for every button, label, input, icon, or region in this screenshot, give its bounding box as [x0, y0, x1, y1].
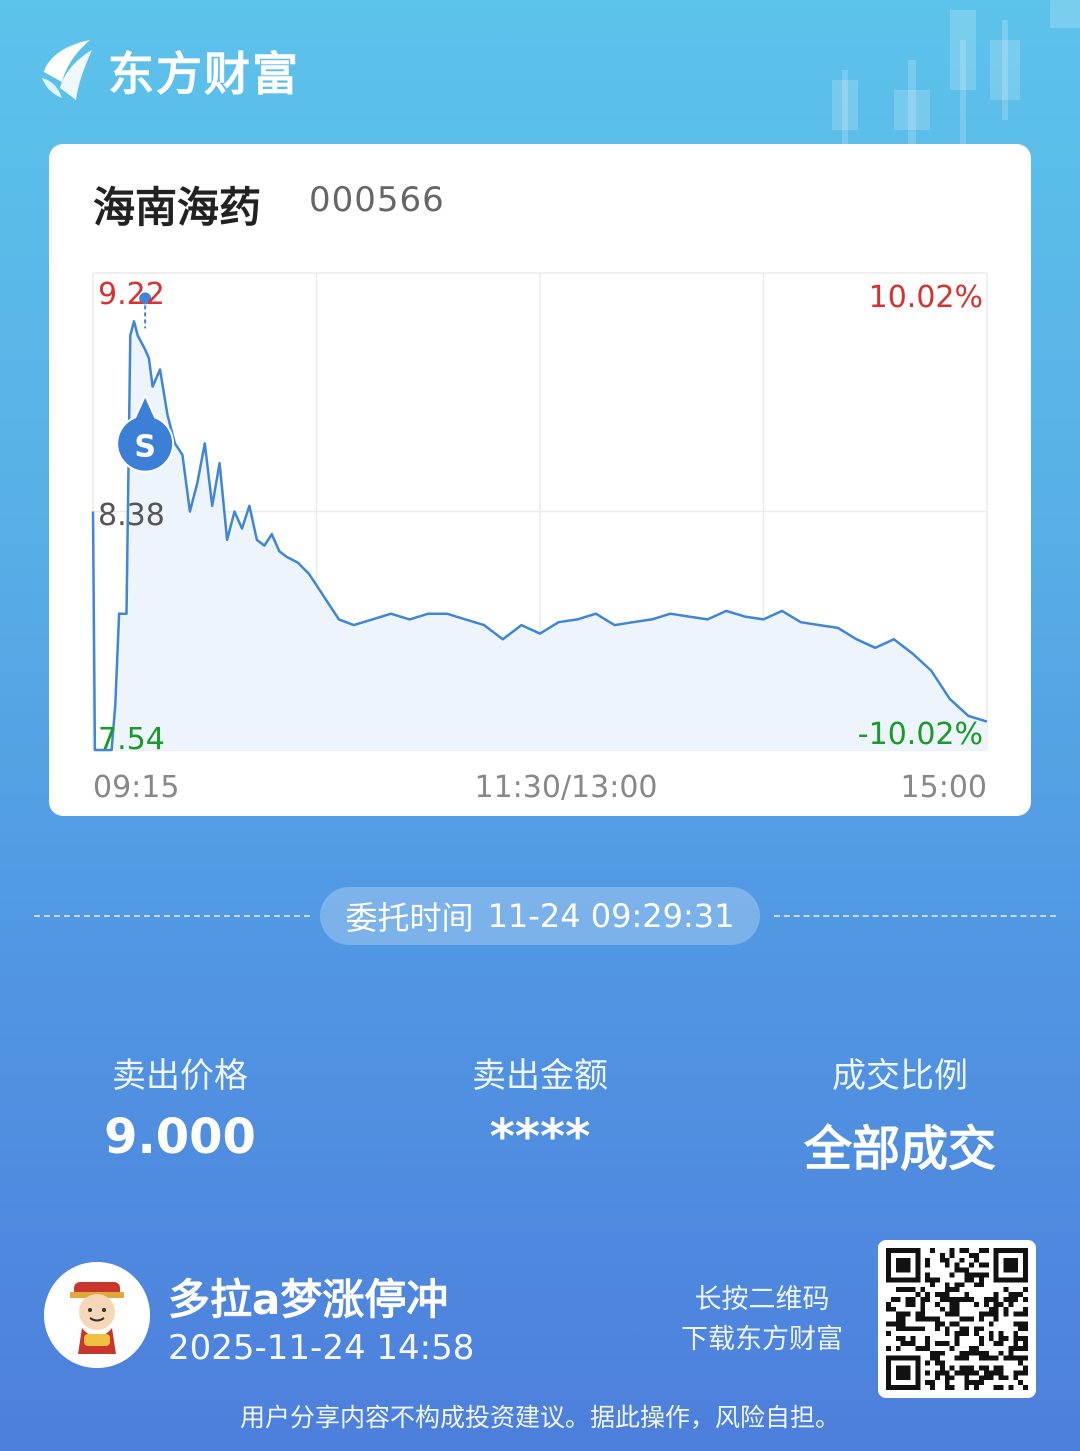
dashed-divider-left [34, 915, 310, 917]
stat-value: 9.000 [104, 1109, 256, 1165]
qr-hint-line1: 长按二维码 [694, 1284, 830, 1315]
intraday-chart: S 9.22 8.38 7.54 10.02% -10.02% 09:15 11… [91, 272, 988, 805]
y-tick-label-top: 9.22 [98, 277, 165, 312]
x-tick-label-mid: 11:30/13:00 [474, 770, 657, 805]
y-tick-label-bottom: 7.54 [98, 722, 165, 757]
stat-sell-price: 卖出价格 9.000 [50, 1048, 310, 1165]
order-time-label: 委托时间 [345, 899, 474, 937]
stat-sell-amount: 卖出金额 **** [410, 1048, 670, 1165]
stat-value: **** [489, 1109, 591, 1165]
x-tick-label-end: 15:00 [901, 770, 987, 805]
brand-name: 东方财富 [108, 47, 300, 101]
pct-label-bottom: -10.02% [858, 717, 983, 752]
avatar-image [44, 1262, 150, 1368]
stat-fill-ratio: 成交比例 全部成交 [770, 1048, 1030, 1179]
qr-code-image [886, 1248, 1028, 1390]
user-name: 多拉a梦涨停冲 [168, 1275, 449, 1324]
share-time: 2025-11-24 14:58 [168, 1328, 475, 1368]
brand-logo: 东方财富 [40, 38, 300, 104]
stat-label: 卖出金额 [472, 1056, 608, 1096]
order-time-value: 11-24 09:29:31 [487, 897, 735, 935]
avatar[interactable] [44, 1262, 150, 1368]
order-time-row: 委托时间 11-24 09:29:31 [34, 887, 1056, 945]
qr-code[interactable] [878, 1240, 1036, 1398]
dashed-divider-right [774, 915, 1056, 917]
qr-hint: 长按二维码 下载东方财富 [662, 1280, 862, 1360]
stock-chart-card[interactable]: 海南海药 000566 S 9.22 8.38 7.54 10.02% -10.… [49, 144, 1031, 816]
marker-label: S [134, 429, 156, 464]
stat-label: 成交比例 [832, 1056, 968, 1096]
x-tick-label-start: 09:15 [93, 770, 179, 805]
order-time-pill: 委托时间 11-24 09:29:31 [320, 887, 760, 945]
y-tick-label-mid: 8.38 [98, 498, 165, 533]
brand-logo-icon [42, 40, 92, 100]
disclaimer: 用户分享内容不构成投资建议。据此操作，风险自担。 [239, 1403, 840, 1432]
stat-label: 卖出价格 [112, 1056, 248, 1096]
stat-value: 全部成交 [803, 1121, 996, 1177]
qr-hint-line2: 下载东方财富 [681, 1324, 843, 1355]
pct-label-top: 10.02% [869, 280, 983, 315]
